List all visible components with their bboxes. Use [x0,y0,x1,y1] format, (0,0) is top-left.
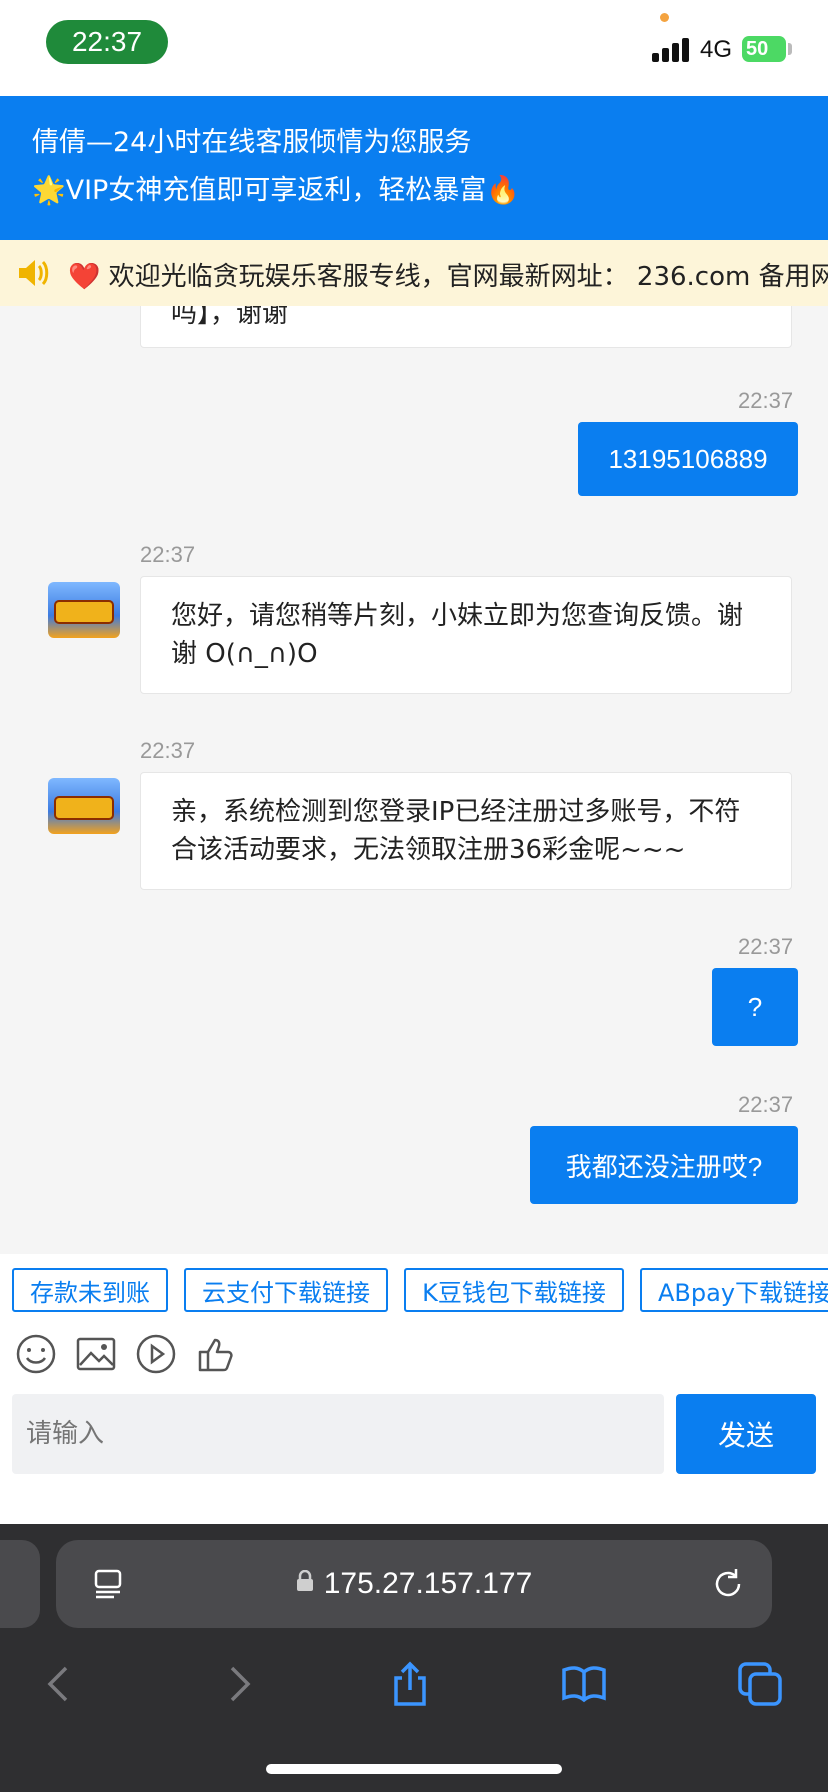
emoji-icon[interactable] [14,1332,58,1376]
agent-avatar [48,778,120,834]
lock-icon [296,1569,314,1598]
announcement-bar: ❤️ 欢迎光临贪玩娱乐客服专线，官网最新网址： 236.com 备用网 [0,240,828,306]
url-text: 175.27.157.177 [323,1567,533,1600]
thumbs-up-icon[interactable] [194,1332,238,1376]
header-title: 倩倩—24小时在线客服倾情为您服务 [32,127,472,158]
message-timestamp: 22:37 [738,388,794,413]
home-indicator [266,1764,562,1774]
network-type: 4G [700,36,733,63]
message-bubble-user: ? [712,968,798,1046]
speaker-icon [16,256,50,298]
status-bar: 22:37 4G 50 [0,0,828,96]
quick-reply-kdou[interactable]: K豆钱包下载链接 [404,1268,624,1312]
message-bubble-agent: 您好，请您稍等片刻，小妹立即为您查询反馈。谢谢 O(∩_∩)O [140,576,792,694]
back-icon[interactable] [36,1660,84,1708]
message-bubble-user: 我都还没注册哎? [530,1126,798,1204]
chat-messages[interactable]: 吗】，谢谢 22:37 13195106889 22:37 您好，请您稍等片刻，… [0,306,828,1254]
message-input[interactable] [12,1394,664,1474]
message-bubble-user: 13195106889 [578,422,798,496]
quick-reply-bar: 存款未到账 云支付下载链接 K豆钱包下载链接 ABpay下载链接 [0,1254,828,1324]
message-composer: 发送 [0,1384,828,1524]
quick-reply-deposit[interactable]: 存款未到账 [12,1268,168,1312]
chat-header: 倩倩—24小时在线客服倾情为您服务 🌟VIP女神充值即可享返利，轻松暴富🔥 [0,96,828,240]
reload-icon[interactable] [710,1566,746,1602]
send-button[interactable]: 发送 [676,1394,816,1474]
message-timestamp: 22:37 [738,934,794,959]
url-display: 175.27.157.177 [56,1540,772,1628]
tabs-icon[interactable] [736,1660,784,1708]
previous-tab[interactable] [0,1540,40,1628]
battery-icon: 50 [742,36,786,62]
battery-cap [788,43,792,55]
message-timestamp: 22:37 [140,542,196,567]
share-icon[interactable] [386,1660,434,1708]
announcement-text: ❤️ 欢迎光临贪玩娱乐客服专线，官网最新网址： 236.com 备用网 [68,262,828,292]
agent-avatar [48,582,120,638]
message-text: 吗】，谢谢 [171,306,289,329]
message-bubble-agent: 亲，系统检测到您登录IP已经注册过多账号，不符合该活动要求，无法领取注册36彩金… [140,772,792,890]
message-text: 您好，请您稍等片刻，小妹立即为您查询反馈。谢谢 O(∩_∩)O [171,601,744,669]
input-toolbar [0,1324,828,1384]
message-text: 亲，系统检测到您登录IP已经注册过多账号，不符合该活动要求，无法领取注册36彩金… [171,797,741,865]
quick-reply-abpay[interactable]: ABpay下载链接 [640,1268,828,1312]
cellular-signal-icon [652,34,692,62]
status-time: 22:37 [46,20,168,64]
privacy-indicator-icon [660,13,669,22]
message-timestamp: 22:37 [738,1092,794,1117]
bookmarks-icon[interactable] [560,1660,608,1708]
message-bubble-agent: 吗】，谢谢 [140,306,792,348]
video-icon[interactable] [134,1332,178,1376]
forward-icon[interactable] [214,1660,262,1708]
header-subtitle: 🌟VIP女神充值即可享返利，轻松暴富🔥 [32,175,520,206]
quick-reply-yunpay[interactable]: 云支付下载链接 [184,1268,388,1312]
image-icon[interactable] [74,1332,118,1376]
address-bar[interactable]: 175.27.157.177 [56,1540,772,1628]
message-timestamp: 22:37 [140,738,196,763]
browser-toolbar: 175.27.157.177 [0,1524,828,1792]
